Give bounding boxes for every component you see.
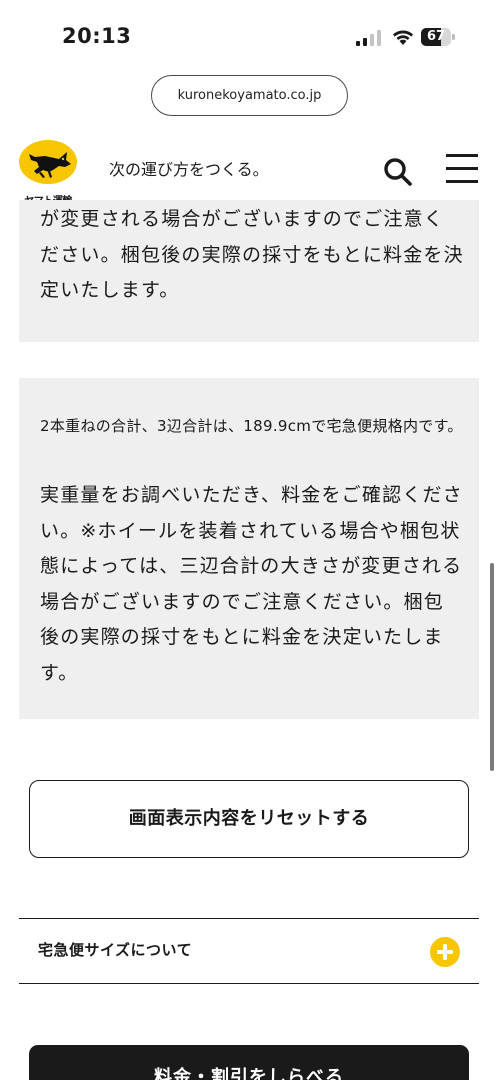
- accordion-label: 宅急便サイズについて: [38, 941, 193, 959]
- reset-button[interactable]: 画面表示内容をリセットする: [29, 780, 469, 858]
- card-note: 2本重ねの合計、3辺合計は、189.9cmで宅急便規格内です。: [40, 417, 463, 435]
- yamato-logo[interactable]: ヤマト運輸: [18, 140, 78, 207]
- search-button[interactable]: [378, 152, 418, 192]
- url-bar[interactable]: kuronekoyamato.co.jp: [151, 75, 348, 116]
- site-header: ヤマト運輸 次の運び方をつくる。: [0, 130, 499, 210]
- battery-level: 67: [426, 29, 446, 44]
- search-icon: [384, 158, 412, 186]
- cellular-signal-icon: [356, 30, 381, 46]
- menu-button[interactable]: [443, 151, 481, 187]
- black-cat-icon: [29, 152, 71, 178]
- status-bar: 20:13 67: [0, 0, 499, 72]
- card-body-text: 実重量をお調べいただき、料金をご確認ください。※ホイールを装着されている場合や梱…: [40, 484, 463, 684]
- battery-icon: 67: [421, 28, 455, 46]
- status-time: 20:13: [62, 24, 132, 48]
- accordion-size-info[interactable]: 宅急便サイズについて: [19, 918, 479, 984]
- check-rates-button[interactable]: 料金・割引をしらべる: [29, 1045, 469, 1080]
- info-card: が変更される場合がございますのでご注意ください。梱包後の実際の採寸をもとに料金を…: [19, 200, 479, 342]
- card-body-text: が変更される場合がございますのでご注意ください。梱包後の実際の採寸をもとに料金を…: [40, 208, 464, 301]
- info-card: 2本重ねの合計、3辺合計は、189.9cmで宅急便規格内です。 実重量をお調べい…: [19, 378, 479, 719]
- logo-emblem: [19, 140, 77, 184]
- wifi-icon: [393, 30, 413, 45]
- tagline: 次の運び方をつくる。: [109, 160, 269, 179]
- scrollbar[interactable]: [490, 563, 494, 771]
- plus-circle-icon[interactable]: [430, 937, 460, 967]
